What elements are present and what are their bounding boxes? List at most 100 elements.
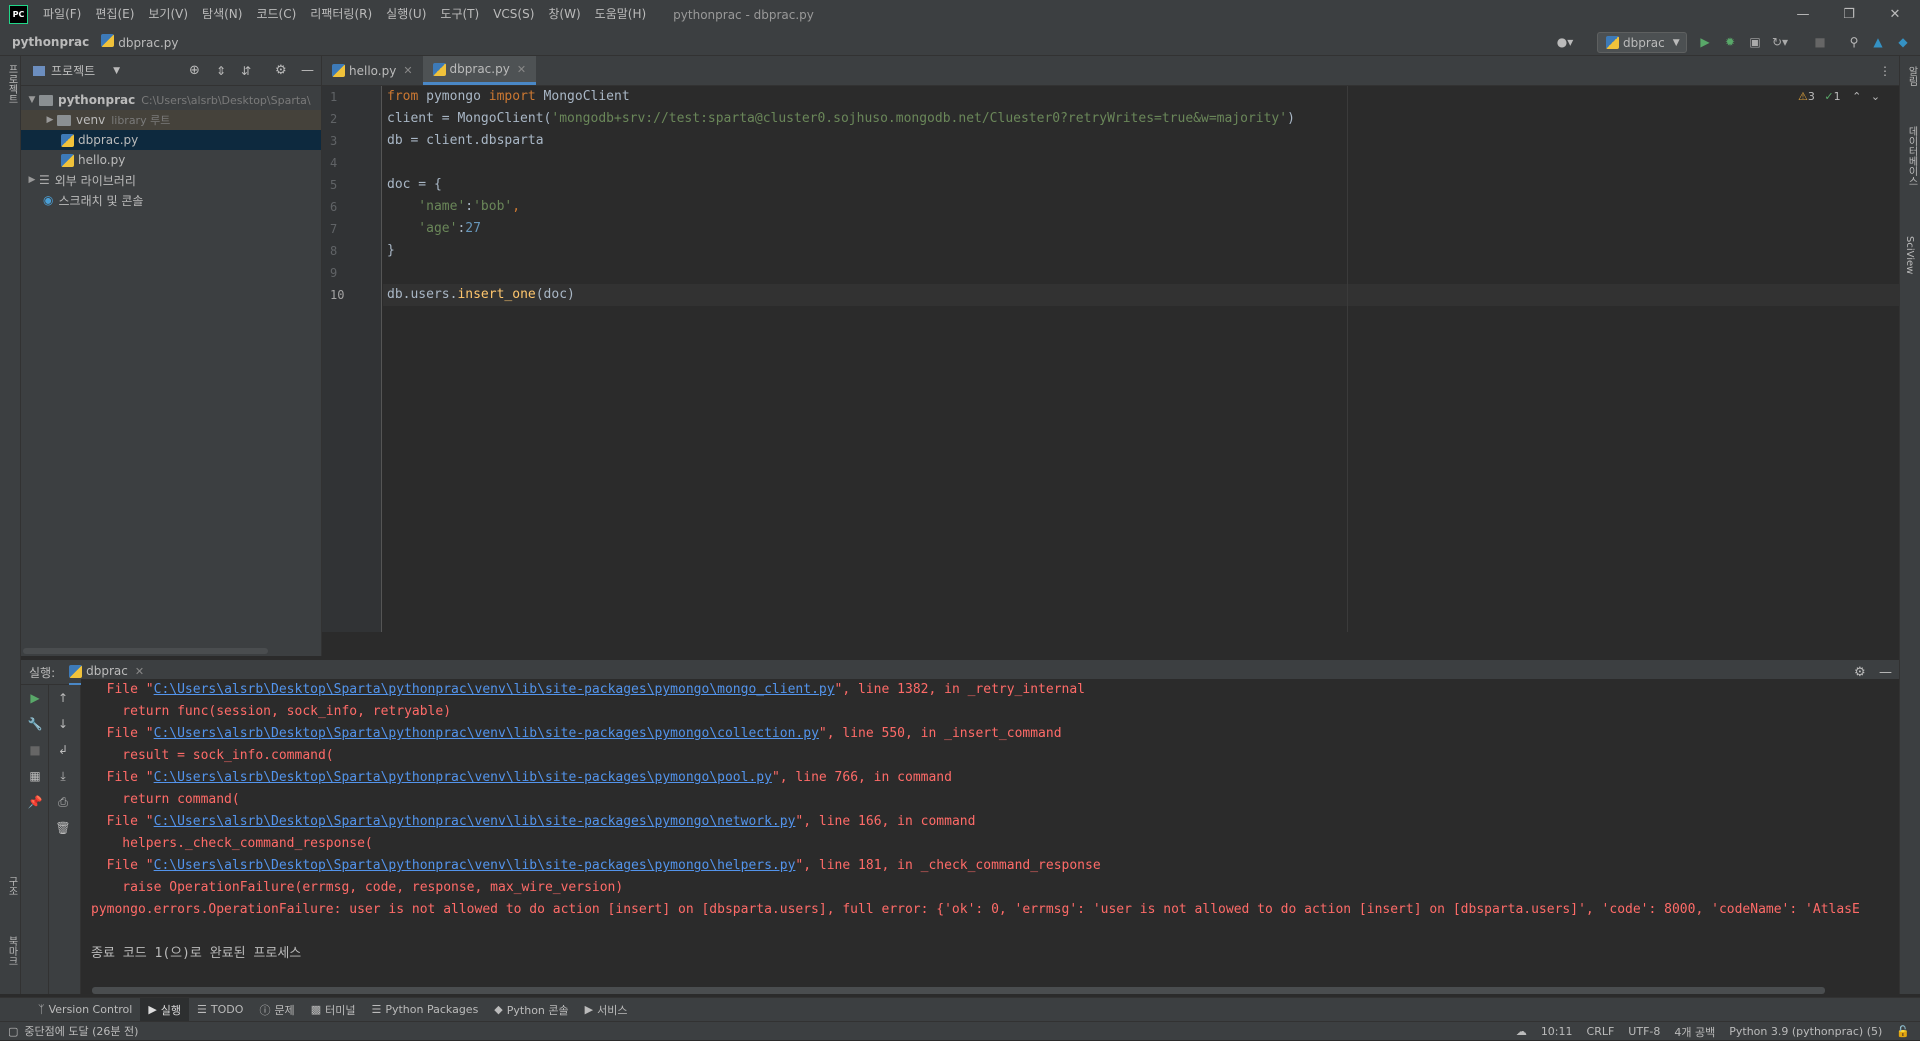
structure-tool-button[interactable]: 구조 <box>4 876 19 896</box>
tab-problems[interactable]: ⓘ 문제 <box>251 998 302 1022</box>
file-encoding[interactable]: UTF-8 <box>1628 1025 1660 1038</box>
menu-refactor[interactable]: 리팩터링(R) <box>303 0 379 29</box>
line-separator[interactable]: CRLF <box>1587 1025 1615 1038</box>
project-tool-button[interactable]: 프로젝트 <box>4 64 19 104</box>
breadcrumb-file[interactable]: dbprac.py <box>101 34 178 50</box>
menu-vcs[interactable]: VCS(S) <box>486 0 541 29</box>
arrow-down-icon[interactable]: ↓ <box>49 711 77 737</box>
file-link[interactable]: C:\Users\alsrb\Desktop\Sparta\pythonprac… <box>154 814 796 829</box>
update-icon[interactable]: ▲ <box>1870 34 1886 50</box>
tree-item-scratches[interactable]: ◉ 스크래치 및 콘솔 <box>21 190 321 210</box>
menu-view[interactable]: 보기(V) <box>141 0 195 29</box>
rerun-icon[interactable]: ▶ <box>21 685 49 711</box>
status-message[interactable]: 중단점에 도달 (26분 전) <box>24 1023 138 1039</box>
menu-run[interactable]: 실행(U) <box>379 0 433 29</box>
tab-services[interactable]: ▶ 서비스 <box>577 998 636 1022</box>
console-hscrollbar[interactable] <box>92 987 1825 994</box>
trash-icon[interactable]: 🗑 <box>49 815 77 841</box>
search-icon[interactable]: ⚲ <box>1846 34 1862 50</box>
tab-todo[interactable]: ☰ TODO <box>189 998 251 1022</box>
tab-run[interactable]: ▶ 실행 <box>140 997 190 1022</box>
tree-item-external-libraries[interactable]: ▶ ☰ 외부 라이브러리 <box>21 170 321 190</box>
stop-icon[interactable]: ■ <box>21 737 49 763</box>
chevron-right-icon[interactable]: ▶ <box>25 175 39 185</box>
close-icon[interactable]: ✕ <box>517 63 526 76</box>
sciview-tool-button[interactable]: SciView <box>1904 236 1915 274</box>
locate-icon[interactable]: ⊕ <box>189 63 200 78</box>
menu-edit[interactable]: 편집(E) <box>88 0 141 29</box>
tree-item-hello[interactable]: hello.py <box>21 150 321 170</box>
tab-version-control[interactable]: ᛉ Version Control <box>30 998 140 1022</box>
close-icon[interactable]: ✕ <box>1872 0 1918 29</box>
arrow-up-icon[interactable]: ↑ <box>49 685 77 711</box>
close-icon[interactable]: ✕ <box>403 64 412 77</box>
print-icon[interactable]: ⎙ <box>49 789 77 815</box>
chevron-right-icon[interactable]: ▶ <box>43 115 57 125</box>
chevron-up-icon[interactable]: ⌃ <box>1852 90 1861 103</box>
file-link[interactable]: C:\Users\alsrb\Desktop\Sparta\pythonprac… <box>154 858 796 873</box>
stop-icon[interactable]: ■ <box>1812 34 1828 50</box>
soft-wrap-icon[interactable]: ↲ <box>49 737 77 763</box>
more-tabs-icon[interactable]: ⋮ <box>1879 64 1891 78</box>
file-link[interactable]: C:\Users\alsrb\Desktop\Sparta\pythonprac… <box>154 682 835 697</box>
inspection-widget[interactable]: ⚠3 ✓1 ⌃ ⌄ <box>1798 90 1880 103</box>
pycharm-logo-icon[interactable]: PC <box>9 5 28 24</box>
run-console-output[interactable]: File "C:\Users\alsrb\Desktop\Sparta\pyth… <box>81 679 1899 987</box>
plugin-icon[interactable]: ◆ <box>1895 34 1911 50</box>
menu-window[interactable]: 창(W) <box>541 0 587 29</box>
chevron-down-icon[interactable]: ⌄ <box>1871 90 1880 103</box>
profile-icon[interactable]: ↻▾ <box>1772 34 1788 50</box>
chevron-down-icon[interactable]: ▼ <box>25 95 39 105</box>
layout-toggle-icon[interactable]: ▢ <box>8 1025 18 1038</box>
code-editor[interactable]: from pymongo import MongoClient client =… <box>383 86 1899 632</box>
layout-icon[interactable]: ▦ <box>21 763 49 789</box>
database-tool-button[interactable]: 데이터베이스 <box>1904 126 1919 186</box>
project-hscrollbar[interactable] <box>23 648 268 654</box>
run-icon[interactable]: ▶ <box>1697 34 1713 50</box>
run-config-select[interactable]: dbprac ▼ <box>1597 32 1687 53</box>
gear-icon[interactable]: ⚙ <box>1854 665 1866 680</box>
tree-item-dbprac[interactable]: dbprac.py <box>21 130 321 150</box>
connection-icon[interactable]: ☁ <box>1516 1025 1527 1038</box>
file-link[interactable]: C:\Users\alsrb\Desktop\Sparta\pythonprac… <box>154 726 819 741</box>
tab-dbprac-py[interactable]: dbprac.py ✕ <box>422 56 537 85</box>
python-interpreter[interactable]: Python 3.9 (pythonprac) (5) <box>1729 1025 1882 1038</box>
breadcrumb-project[interactable]: pythonprac <box>12 35 89 49</box>
gear-icon[interactable]: ⚙ <box>275 63 287 78</box>
menu-help[interactable]: 도움말(H) <box>588 0 654 29</box>
menu-navigate[interactable]: 탐색(N) <box>195 0 249 29</box>
hide-icon[interactable]: — <box>301 63 314 78</box>
debug-icon[interactable]: ✹ <box>1722 34 1738 50</box>
pin-icon[interactable]: 📌 <box>21 789 49 815</box>
chevron-down-icon[interactable]: ▼ <box>113 66 120 76</box>
minimize-icon[interactable]: — <box>1780 0 1826 29</box>
menu-code[interactable]: 코드(C) <box>249 0 303 29</box>
lock-icon[interactable]: 🔓 <box>1896 1025 1910 1038</box>
coverage-icon[interactable]: ▣ <box>1747 34 1763 50</box>
wrench-icon[interactable]: 🔧 <box>21 711 49 737</box>
caret-position[interactable]: 10:11 <box>1541 1025 1573 1038</box>
tab-python-console[interactable]: ◆ Python 콘솔 <box>486 998 576 1022</box>
project-panel-title[interactable]: 프로젝트 <box>51 62 95 79</box>
tab-terminal[interactable]: ▩ 터미널 <box>303 998 364 1022</box>
close-icon[interactable]: ✕ <box>135 665 144 678</box>
layers-icon: ☰ <box>371 1003 382 1016</box>
collapse-all-icon[interactable]: ⇵ <box>241 64 251 78</box>
python-file-icon <box>432 62 446 76</box>
notifications-tool-button[interactable]: 알림 <box>1904 66 1919 86</box>
tree-root[interactable]: ▼ pythonprac C:\Users\alsrb\Desktop\Spar… <box>21 90 321 110</box>
tab-python-packages[interactable]: ☰ Python Packages <box>363 998 486 1022</box>
tab-hello-py[interactable]: hello.py ✕ <box>322 56 423 85</box>
restore-icon[interactable]: ❐ <box>1826 0 1872 29</box>
file-link[interactable]: C:\Users\alsrb\Desktop\Sparta\pythonprac… <box>154 770 772 785</box>
menu-file[interactable]: 파일(F) <box>36 0 88 29</box>
hide-icon[interactable]: — <box>1879 665 1892 680</box>
bookmarks-tool-button[interactable]: 북마크 <box>4 936 19 966</box>
menu-tools[interactable]: 도구(T) <box>433 0 486 29</box>
indent-setting[interactable]: 4개 공백 <box>1674 1024 1715 1040</box>
scroll-to-end-icon[interactable]: ⤓ <box>49 763 77 789</box>
user-icon[interactable]: ●▾ <box>1552 34 1578 50</box>
expand-all-icon[interactable]: ⇕ <box>216 64 226 78</box>
folder-icon <box>39 94 53 106</box>
tree-item-venv[interactable]: ▶ venv library 루트 <box>21 110 321 130</box>
